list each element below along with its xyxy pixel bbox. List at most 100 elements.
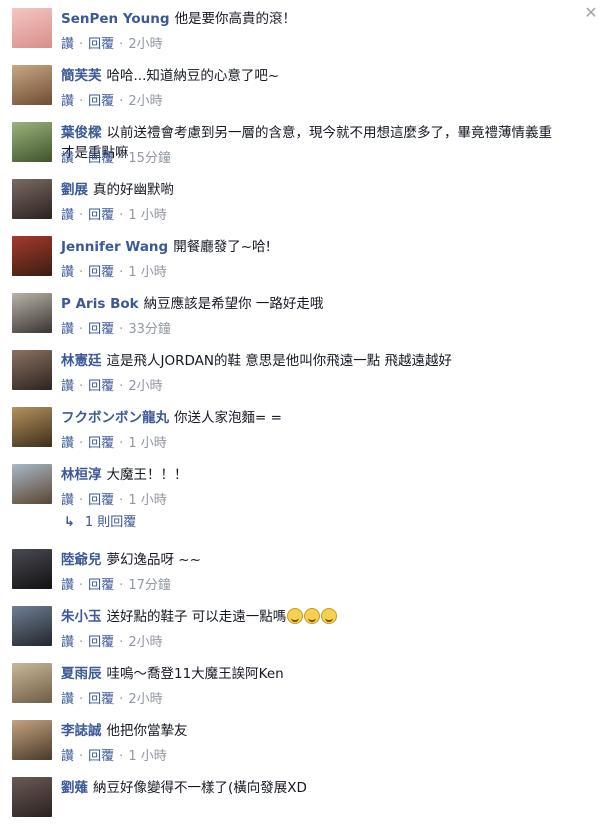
- avatar[interactable]: [12, 293, 52, 333]
- comment-author-link[interactable]: 林憲廷: [61, 353, 102, 369]
- reply-link[interactable]: 回覆: [88, 436, 114, 451]
- comment-author-link[interactable]: 簡芙芙: [61, 68, 102, 84]
- comment-author-link[interactable]: フクボンボン龍丸: [61, 410, 169, 426]
- reply-link[interactable]: 回覆: [88, 635, 114, 650]
- reply-link[interactable]: 回覆: [88, 493, 114, 508]
- comment-actions: 讚 · 回覆 · 15分鐘: [61, 151, 171, 167]
- avatar[interactable]: [12, 549, 52, 589]
- avatar[interactable]: [12, 777, 52, 817]
- separator-dot: ·: [79, 94, 84, 109]
- replies-count-label[interactable]: 1 則回覆: [85, 515, 136, 530]
- comment-author-link[interactable]: 林桓淳: [61, 467, 102, 483]
- comment-actions: 讚 · 回覆 · 2小時: [61, 94, 163, 110]
- comment-timestamp[interactable]: 15分鐘: [128, 151, 171, 166]
- comment-timestamp[interactable]: 1 小時: [128, 208, 166, 223]
- avatar[interactable]: [12, 122, 52, 162]
- laughing-emoji-icon: [287, 608, 304, 624]
- comment-author-link[interactable]: 朱小玉: [61, 609, 102, 625]
- like-link[interactable]: 讚: [61, 151, 74, 166]
- reply-link[interactable]: 回覆: [88, 322, 114, 337]
- comment-timestamp[interactable]: 1 小時: [128, 749, 166, 764]
- like-link[interactable]: 讚: [61, 94, 74, 109]
- comment-author-link[interactable]: 劉薙: [61, 780, 88, 796]
- reply-link[interactable]: 回覆: [88, 37, 114, 52]
- comment-text: 納豆好像變得不一樣了(橫向發展XD: [93, 780, 307, 796]
- comment-text: 大魔王！！！: [106, 467, 188, 483]
- view-replies-link[interactable]: ↳ 1 則回覆: [0, 513, 614, 541]
- avatar[interactable]: [12, 8, 52, 48]
- comment-actions: 讚 · 回覆 · 2小時: [61, 635, 163, 651]
- comment-author-link[interactable]: SenPen Young: [61, 11, 170, 27]
- comment-body: 陸爺兒 夢幻逸品呀 ~~: [61, 550, 564, 570]
- comment-body: Jennifer Wang 開餐廳發了~哈!: [61, 237, 564, 257]
- comment-author-link[interactable]: 葉俊樑: [61, 125, 102, 141]
- like-link[interactable]: 讚: [61, 635, 74, 650]
- comment-timestamp[interactable]: 17分鐘: [128, 578, 171, 593]
- like-link[interactable]: 讚: [61, 37, 74, 52]
- comment-item: 夏雨辰 哇嗚～喬登11大魔王誒阿Ken 讚 · 回覆 · 2小時: [0, 655, 614, 712]
- avatar[interactable]: [12, 720, 52, 760]
- comment-actions: 讚 · 回覆 · 1 小時: [61, 436, 167, 452]
- reply-link[interactable]: 回覆: [88, 265, 114, 280]
- separator-dot: ·: [119, 578, 124, 593]
- comment-timestamp[interactable]: 1 小時: [128, 493, 166, 508]
- reply-link[interactable]: 回覆: [88, 578, 114, 593]
- comment-author-link[interactable]: P Aris Bok: [61, 296, 139, 312]
- separator-dot: ·: [79, 436, 84, 451]
- comment-actions: 讚 · 回覆 · 1 小時: [61, 208, 167, 224]
- comment-timestamp[interactable]: 2小時: [128, 94, 162, 109]
- separator-dot: ·: [79, 578, 84, 593]
- like-link[interactable]: 讚: [61, 436, 74, 451]
- comment-timestamp[interactable]: 1 小時: [128, 265, 166, 280]
- comment-actions: 讚 · 回覆 · 33分鐘: [61, 322, 171, 338]
- comment-author-link[interactable]: 陸爺兒: [61, 552, 102, 568]
- avatar[interactable]: [12, 236, 52, 276]
- comment-timestamp[interactable]: 33分鐘: [128, 322, 171, 337]
- comment-body: P Aris Bok 納豆應該是希望你 一路好走哦: [61, 294, 564, 314]
- reply-link[interactable]: 回覆: [88, 379, 114, 394]
- comment-item: 劉展 真的好幽默喲讚 · 回覆 · 1 小時: [0, 171, 614, 228]
- reply-link[interactable]: 回覆: [88, 151, 114, 166]
- reply-link[interactable]: 回覆: [88, 749, 114, 764]
- separator-dot: ·: [119, 265, 124, 280]
- reply-link[interactable]: 回覆: [88, 692, 114, 707]
- separator-dot: ·: [79, 322, 84, 337]
- like-link[interactable]: 讚: [61, 749, 74, 764]
- separator-dot: ·: [79, 379, 84, 394]
- avatar[interactable]: [12, 65, 52, 105]
- comment-actions: 讚 · 回覆 · 1 小時: [61, 493, 167, 509]
- avatar[interactable]: [12, 606, 52, 646]
- comment-author-link[interactable]: Jennifer Wang: [61, 239, 168, 255]
- comment-item: 朱小玉 送好點的鞋子 可以走遠一點嗎讚 · 回覆 · 2小時: [0, 598, 614, 655]
- avatar[interactable]: [12, 350, 52, 390]
- like-link[interactable]: 讚: [61, 692, 74, 707]
- comment-timestamp[interactable]: 2小時: [128, 379, 162, 394]
- comment-item: 簡芙芙 哈哈...知道納豆的心意了吧~ 讚 · 回覆 · 2小時: [0, 57, 614, 114]
- comment-author-link[interactable]: 李誌誠: [61, 723, 102, 739]
- comment-author-link[interactable]: 劉展: [61, 182, 88, 198]
- comment-item: SenPen Young 他是要你高貴的滾！ 讚 · 回覆 · 2小時: [0, 0, 614, 57]
- like-link[interactable]: 讚: [61, 265, 74, 280]
- like-link[interactable]: 讚: [61, 208, 74, 223]
- avatar[interactable]: [12, 663, 52, 703]
- comment-timestamp[interactable]: 2小時: [128, 37, 162, 52]
- comment-timestamp[interactable]: 1 小時: [128, 436, 166, 451]
- comment-item: P Aris Bok 納豆應該是希望你 一路好走哦讚 · 回覆 · 33分鐘: [0, 285, 614, 342]
- avatar[interactable]: [12, 464, 52, 504]
- reply-link[interactable]: 回覆: [88, 208, 114, 223]
- like-link[interactable]: 讚: [61, 493, 74, 508]
- comment-author-link[interactable]: 夏雨辰: [61, 666, 102, 682]
- laughing-emoji-icon: [304, 608, 321, 624]
- reply-link[interactable]: 回覆: [88, 94, 114, 109]
- laughing-emoji-icon: [321, 608, 338, 624]
- avatar[interactable]: [12, 407, 52, 447]
- avatar[interactable]: [12, 179, 52, 219]
- separator-dot: ·: [119, 493, 124, 508]
- comment-timestamp[interactable]: 2小時: [128, 635, 162, 650]
- separator-dot: ·: [119, 37, 124, 52]
- comment-timestamp[interactable]: 2小時: [128, 692, 162, 707]
- comment-body: フクボンボン龍丸 你送人家泡麵= =: [61, 408, 564, 428]
- like-link[interactable]: 讚: [61, 578, 74, 593]
- like-link[interactable]: 讚: [61, 379, 74, 394]
- like-link[interactable]: 讚: [61, 322, 74, 337]
